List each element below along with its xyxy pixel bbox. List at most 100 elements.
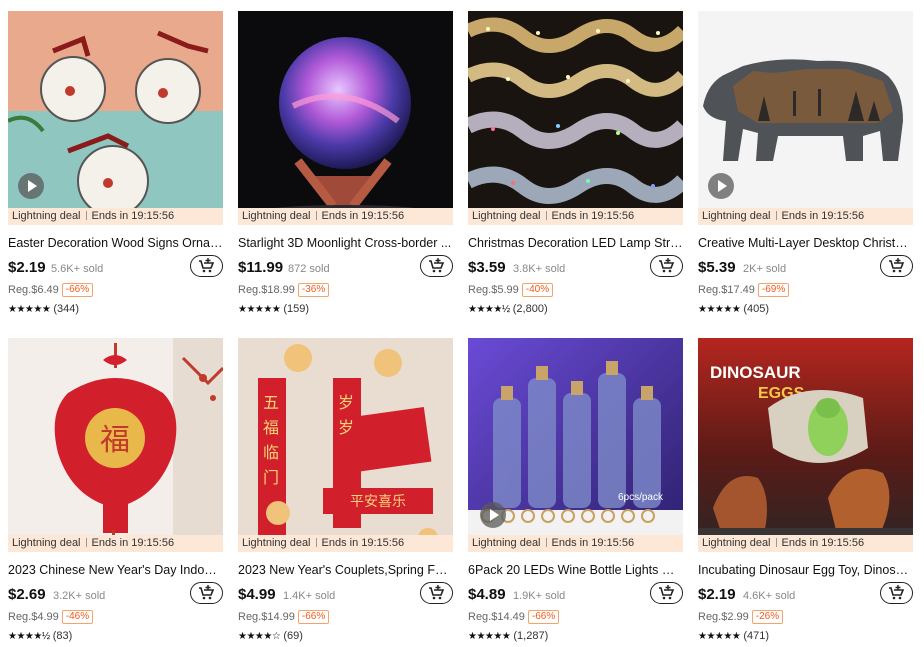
product-card[interactable]: Lightning deal Ends in 19:15:56 Christmas… — [468, 11, 683, 316]
cart-icon — [659, 258, 675, 273]
cart-icon — [659, 585, 675, 600]
product-title[interactable]: Starlight 3D Moonlight Cross-border ... — [238, 235, 453, 251]
lightning-deal-banner: Lightning deal Ends in 19:15:56 — [238, 535, 453, 552]
star-icons: ★★★★½ — [468, 304, 510, 315]
cart-icon — [199, 585, 215, 600]
cart-icon — [429, 258, 445, 273]
regular-price: Reg.$5.99 — [468, 284, 519, 296]
review-count: (159) — [283, 303, 310, 315]
svg-text:岁: 岁 — [338, 418, 354, 437]
product-image[interactable]: 6pcs/pack Lightning deal Ends in 19:15:56 — [468, 338, 683, 552]
add-to-cart-button[interactable] — [190, 582, 223, 604]
product-image[interactable]: 平安喜乐 五福临门 岁岁 Lightning deal Ends in 19:15… — [238, 338, 453, 552]
discount-badge: -26% — [751, 610, 784, 624]
product-card[interactable]: Lightning deal Ends in 19:15:56 Easter De… — [8, 11, 223, 316]
play-video-icon[interactable] — [480, 502, 506, 528]
regular-price: Reg.$14.99 — [238, 611, 295, 623]
svg-text:五: 五 — [263, 393, 279, 412]
star-icons: ★★★★★ — [238, 304, 281, 315]
star-icons: ★★★★★ — [698, 631, 741, 642]
product-title[interactable]: Creative Multi-Layer Desktop Christm... — [698, 235, 913, 251]
add-to-cart-button[interactable] — [420, 582, 453, 604]
sold-count: 2K+ sold — [743, 263, 787, 275]
product-title[interactable]: Christmas Decoration LED Lamp Strip... — [468, 235, 683, 251]
product-card[interactable]: Lightning deal Ends in 19:15:56 Starlight… — [238, 11, 453, 316]
play-video-icon[interactable] — [18, 173, 44, 199]
product-price: $4.99 — [238, 586, 276, 603]
add-to-cart-button[interactable] — [650, 582, 683, 604]
review-count: (69) — [283, 630, 303, 642]
product-title[interactable]: 2023 New Year's Couplets,Spring Fes... — [238, 562, 453, 578]
sold-count: 872 sold — [288, 263, 330, 275]
discount-badge: -66% — [527, 610, 560, 624]
add-to-cart-button[interactable] — [880, 582, 913, 604]
sold-count: 1.9K+ sold — [513, 590, 566, 602]
product-image[interactable]: 福 Lightning deal Ends in 19:15:56 — [8, 338, 223, 552]
cart-icon — [429, 585, 445, 600]
lightning-deal-banner: Lightning deal Ends in 19:15:56 — [698, 208, 913, 225]
regular-price: Reg.$14.49 — [468, 611, 525, 623]
svg-text:DINOSAUR: DINOSAUR — [710, 363, 801, 382]
product-price: $2.19 — [8, 259, 46, 276]
product-image[interactable]: DINOSAUR EGGS Lightning deal Ends in 19:1… — [698, 338, 913, 552]
product-title[interactable]: Incubating Dinosaur Egg Toy, Dinosau... — [698, 562, 913, 578]
product-card[interactable]: Lightning deal Ends in 19:15:56 Creative … — [698, 11, 913, 316]
rating-row: ★★★★★ (471) — [698, 629, 913, 643]
review-count: (471) — [743, 630, 770, 642]
review-count: (405) — [743, 303, 770, 315]
product-grid: Lightning deal Ends in 19:15:56 Easter De… — [8, 11, 913, 643]
product-title[interactable]: 6Pack 20 LEDs Wine Bottle Lights Wit... — [468, 562, 683, 578]
product-price: $11.99 — [238, 259, 284, 276]
product-price: $5.39 — [698, 259, 736, 276]
star-icons: ★★★★☆ — [238, 631, 281, 642]
regular-price: Reg.$6.49 — [8, 284, 59, 296]
rating-row: ★★★★½ (2,800) — [468, 302, 683, 316]
sold-count: 1.4K+ sold — [283, 590, 336, 602]
regular-price: Reg.$17.49 — [698, 284, 755, 296]
product-image[interactable]: Lightning deal Ends in 19:15:56 — [468, 11, 683, 225]
svg-text:岁: 岁 — [338, 393, 354, 412]
star-icons: ★★★★★ — [8, 304, 51, 315]
svg-text:6pcs/pack: 6pcs/pack — [618, 492, 664, 503]
product-card[interactable]: DINOSAUR EGGS Lightning deal Ends in 19:1… — [698, 338, 913, 643]
review-count: (1,287) — [513, 630, 549, 642]
lightning-deal-banner: Lightning deal Ends in 19:15:56 — [238, 208, 453, 225]
rating-row: ★★★★★ (159) — [238, 302, 453, 316]
regular-price: Reg.$18.99 — [238, 284, 295, 296]
product-image[interactable]: Lightning deal Ends in 19:15:56 — [238, 11, 453, 225]
product-card[interactable]: 平安喜乐 五福临门 岁岁 Lightning deal Ends in 19:15… — [238, 338, 453, 643]
cart-icon — [889, 258, 905, 273]
product-title[interactable]: 2023 Chinese New Year's Day Indoor ... — [8, 562, 223, 578]
sold-count: 3.8K+ sold — [513, 263, 566, 275]
product-card[interactable]: 6pcs/pack Lightning deal Ends in 19:15:56… — [468, 338, 683, 643]
product-card[interactable]: 福 Lightning deal Ends in 19:15:56 2023 Ch… — [8, 338, 223, 643]
play-video-icon[interactable] — [708, 173, 734, 199]
discount-badge: -40% — [521, 283, 554, 297]
product-image[interactable]: Lightning deal Ends in 19:15:56 — [8, 11, 223, 225]
rating-row: ★★★★☆ (69) — [238, 629, 453, 643]
svg-text:门: 门 — [263, 468, 279, 487]
svg-text:临: 临 — [263, 443, 279, 462]
product-title[interactable]: Easter Decoration Wood Signs Ornam... — [8, 235, 223, 251]
regular-price: Reg.$4.99 — [8, 611, 59, 623]
rating-row: ★★★★½ (83) — [8, 629, 223, 643]
rating-row: ★★★★★ (344) — [8, 302, 223, 316]
star-icons: ★★★★★ — [468, 631, 511, 642]
sold-count: 5.6K+ sold — [51, 263, 104, 275]
lightning-deal-banner: Lightning deal Ends in 19:15:56 — [8, 208, 223, 225]
rating-row: ★★★★★ (405) — [698, 302, 913, 316]
add-to-cart-button[interactable] — [880, 255, 913, 277]
review-count: (344) — [53, 303, 80, 315]
product-image[interactable]: Lightning deal Ends in 19:15:56 — [698, 11, 913, 225]
add-to-cart-button[interactable] — [650, 255, 683, 277]
discount-badge: -46% — [61, 610, 94, 624]
review-count: (2,800) — [512, 303, 548, 315]
star-icons: ★★★★½ — [8, 631, 50, 642]
lightning-deal-banner: Lightning deal Ends in 19:15:56 — [698, 535, 913, 552]
discount-badge: -66% — [297, 610, 330, 624]
sold-count: 4.6K+ sold — [743, 590, 796, 602]
add-to-cart-button[interactable] — [190, 255, 223, 277]
add-to-cart-button[interactable] — [420, 255, 453, 277]
review-count: (83) — [52, 630, 73, 642]
discount-badge: -69% — [757, 283, 790, 297]
